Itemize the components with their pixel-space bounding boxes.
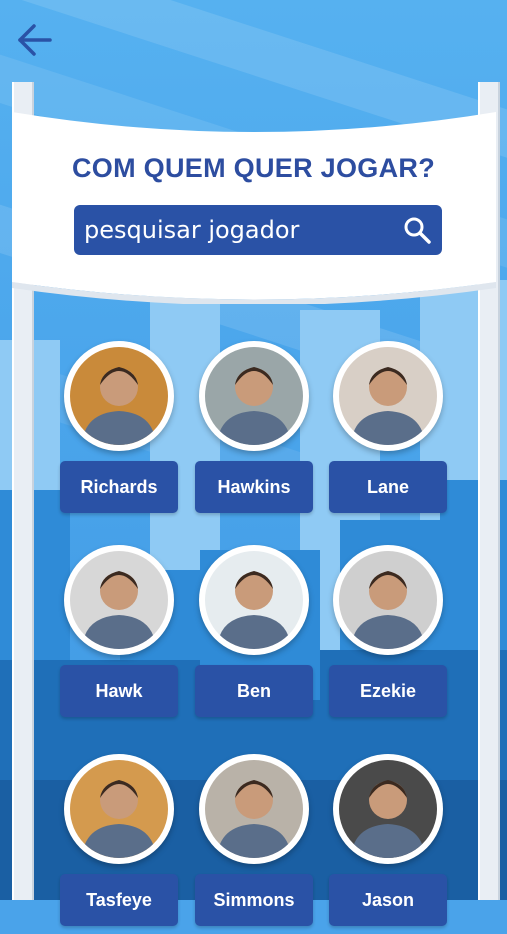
player-name-button[interactable]: Hawk	[60, 665, 178, 717]
player-name-button[interactable]: Simmons	[195, 874, 313, 926]
player-card[interactable]: Tasfeye	[60, 754, 178, 934]
player-name-button[interactable]: Ben	[195, 665, 313, 717]
player-card[interactable]: Richards	[60, 341, 178, 521]
player-card[interactable]: Hawk	[60, 545, 178, 725]
avatar[interactable]	[64, 754, 174, 864]
player-card[interactable]: Simmons	[195, 754, 313, 934]
search-placeholder: pesquisar jogador	[84, 216, 300, 244]
player-name-button[interactable]: Lane	[329, 461, 447, 513]
avatar[interactable]	[333, 341, 443, 451]
player-card[interactable]: Hawkins	[195, 341, 313, 521]
avatar-photo	[70, 760, 168, 858]
search-icon[interactable]	[402, 215, 432, 245]
avatar-photo	[339, 347, 437, 445]
player-card[interactable]: Jason	[329, 754, 447, 934]
player-card[interactable]: Ezekie	[329, 545, 447, 725]
player-name-button[interactable]: Tasfeye	[60, 874, 178, 926]
avatar[interactable]	[199, 341, 309, 451]
avatar-photo	[70, 551, 168, 649]
player-card[interactable]: Ben	[195, 545, 313, 725]
player-name-button[interactable]: Richards	[60, 461, 178, 513]
player-name-button[interactable]: Jason	[329, 874, 447, 926]
avatar-photo	[205, 347, 303, 445]
avatar-photo	[205, 760, 303, 858]
avatar-photo	[205, 551, 303, 649]
avatar[interactable]	[64, 545, 174, 655]
avatar-photo	[339, 760, 437, 858]
page-title: COM QUEM QUER JOGAR?	[71, 153, 435, 183]
player-card[interactable]: Lane	[329, 341, 447, 521]
avatar[interactable]	[199, 754, 309, 864]
avatar[interactable]	[199, 545, 309, 655]
player-name-button[interactable]: Hawkins	[195, 461, 313, 513]
avatar[interactable]	[333, 754, 443, 864]
avatar[interactable]	[64, 341, 174, 451]
player-name-button[interactable]: Ezekie	[329, 665, 447, 717]
avatar-photo	[339, 551, 437, 649]
search-input[interactable]: pesquisar jogador	[74, 205, 442, 255]
avatar[interactable]	[333, 545, 443, 655]
arrow-left-icon[interactable]	[14, 22, 54, 58]
avatar-photo	[70, 347, 168, 445]
